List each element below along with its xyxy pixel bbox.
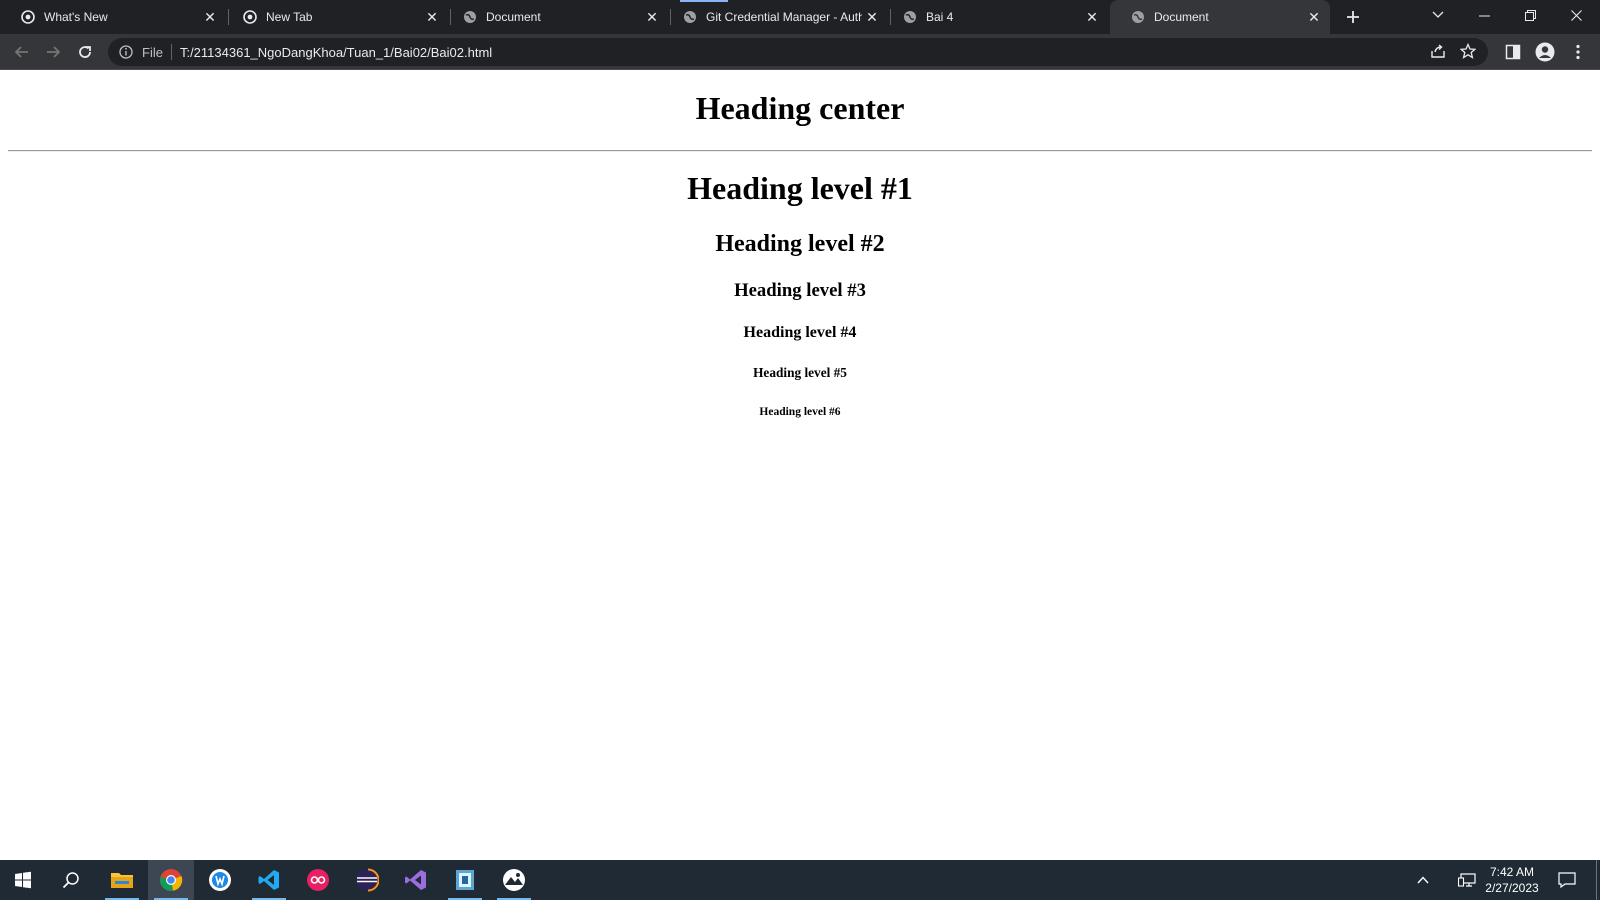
info-icon[interactable] — [118, 44, 134, 60]
restore-button[interactable] — [1507, 0, 1553, 30]
clock-date: 2/27/2023 — [1485, 881, 1539, 895]
taskbar-vscode[interactable] — [246, 860, 292, 900]
address-bar[interactable]: File T:/21134361_NgoDangKhoa/Tuan_1/Bai0… — [108, 38, 1488, 66]
taskbar-app[interactable] — [491, 860, 537, 900]
back-button[interactable] — [9, 39, 35, 65]
close-icon[interactable]: ✕ — [422, 7, 442, 27]
close-window-button[interactable] — [1553, 0, 1599, 30]
action-center-button[interactable] — [1552, 860, 1582, 900]
chevron-up-icon — [1417, 876, 1429, 884]
show-desktop-button[interactable] — [1596, 860, 1597, 900]
profile-button[interactable] — [1533, 40, 1557, 64]
chrome-icon — [160, 869, 183, 891]
new-tab-button[interactable] — [1340, 4, 1366, 30]
clock-time: 7:42 AM — [1489, 865, 1535, 879]
taskbar-chrome[interactable] — [148, 860, 194, 900]
taskbar-app[interactable] — [197, 860, 243, 900]
side-panel-button[interactable] — [1501, 40, 1525, 64]
app-icon — [503, 869, 525, 891]
app-icon — [456, 870, 474, 890]
notification-icon — [1558, 872, 1576, 888]
minimize-icon — [1478, 15, 1490, 16]
tab-document-active[interactable]: Document ✕ — [1110, 0, 1330, 34]
kebab-menu-icon — [1576, 44, 1580, 60]
arrow-right-icon — [47, 46, 61, 58]
network-icon — [1458, 873, 1476, 887]
taskbar-app[interactable] — [442, 860, 488, 900]
app-icon — [209, 869, 231, 891]
globe-icon — [462, 10, 477, 25]
reload-button[interactable] — [72, 39, 98, 65]
windows-taskbar: 7:42 AM 2/27/2023 — [0, 860, 1600, 900]
taskbar-app[interactable] — [295, 860, 341, 900]
close-icon[interactable]: ✕ — [642, 7, 662, 27]
divider — [170, 44, 172, 60]
close-icon[interactable]: ✕ — [1304, 7, 1324, 27]
heading-level-4: Heading level #4 — [743, 324, 857, 341]
vscode-icon — [258, 870, 279, 890]
heading-level-3: Heading level #3 — [734, 280, 866, 301]
restore-icon — [1524, 9, 1536, 21]
tab-title: What's New — [44, 10, 108, 24]
eclipse-icon — [356, 868, 379, 892]
tab-title: Document — [1154, 10, 1209, 24]
tab-search-button[interactable] — [1415, 0, 1461, 30]
tab-title: New Tab — [266, 10, 313, 24]
browser-toolbar: File T:/21134361_NgoDangKhoa/Tuan_1/Bai0… — [0, 34, 1600, 70]
heading-level-5: Heading level #5 — [753, 365, 847, 380]
tab-document[interactable]: Document ✕ — [442, 0, 668, 34]
search-button[interactable] — [48, 860, 94, 900]
arrow-left-icon — [14, 46, 28, 58]
page-viewport: Heading center Heading level #1 Heading … — [0, 71, 1600, 860]
tab-new-tab[interactable]: New Tab ✕ — [222, 0, 448, 34]
start-button[interactable] — [0, 860, 46, 900]
taskbar-eclipse[interactable] — [344, 860, 390, 900]
horizontal-rule — [8, 150, 1592, 152]
share-icon[interactable] — [1430, 43, 1446, 62]
heading-level-6: Heading level #6 — [759, 406, 841, 418]
chevron-down-icon — [1432, 11, 1444, 18]
side-panel-icon — [1505, 44, 1521, 60]
heading-level-2: Heading level #2 — [715, 231, 885, 257]
url-text[interactable]: T:/21134361_NgoDangKhoa/Tuan_1/Bai02/Bai… — [180, 45, 492, 60]
search-icon — [62, 872, 79, 889]
close-icon — [1570, 9, 1582, 21]
start-icon — [15, 871, 31, 889]
tab-strip: What's New ✕ New Tab ✕ Document ✕ Git Cr… — [0, 0, 1600, 34]
globe-icon — [902, 10, 917, 25]
taskbar-file-explorer[interactable] — [99, 860, 145, 900]
tab-bai-4[interactable]: Bai 4 ✕ — [882, 0, 1108, 34]
minimize-button[interactable] — [1461, 0, 1507, 30]
tab-title: Git Credential Manager - Auth — [706, 10, 862, 24]
globe-icon — [682, 10, 697, 25]
tab-title: Document — [486, 10, 541, 24]
close-icon[interactable]: ✕ — [200, 7, 220, 27]
scheme-label: File — [142, 44, 163, 60]
visual-studio-icon — [405, 870, 426, 890]
chrome-icon — [20, 10, 35, 25]
forward-button[interactable] — [40, 39, 66, 65]
show-hidden-icons-button[interactable] — [1410, 860, 1436, 900]
taskbar-visual-studio[interactable] — [393, 860, 439, 900]
chrome-icon — [242, 10, 257, 25]
plus-icon — [1347, 11, 1359, 23]
heading-center: Heading center — [695, 90, 905, 126]
menu-button[interactable] — [1566, 40, 1590, 64]
network-button[interactable] — [1454, 860, 1480, 900]
bookmark-star-icon[interactable] — [1459, 42, 1477, 62]
tab-whats-new[interactable]: What's New ✕ — [0, 0, 226, 34]
tab-title: Bai 4 — [926, 10, 954, 24]
avatar-icon — [1535, 42, 1555, 62]
heading-level-1: Heading level #1 — [687, 170, 913, 206]
globe-icon — [1130, 10, 1145, 25]
system-clock[interactable]: 7:42 AM 2/27/2023 — [1478, 864, 1546, 896]
close-icon[interactable]: ✕ — [1082, 7, 1102, 27]
app-icon — [307, 869, 329, 891]
close-icon[interactable]: ✕ — [862, 7, 882, 27]
file-explorer-icon — [111, 873, 133, 888]
tab-git-credential-manager[interactable]: Git Credential Manager - Auth ✕ — [662, 0, 888, 34]
reload-icon — [79, 46, 91, 58]
